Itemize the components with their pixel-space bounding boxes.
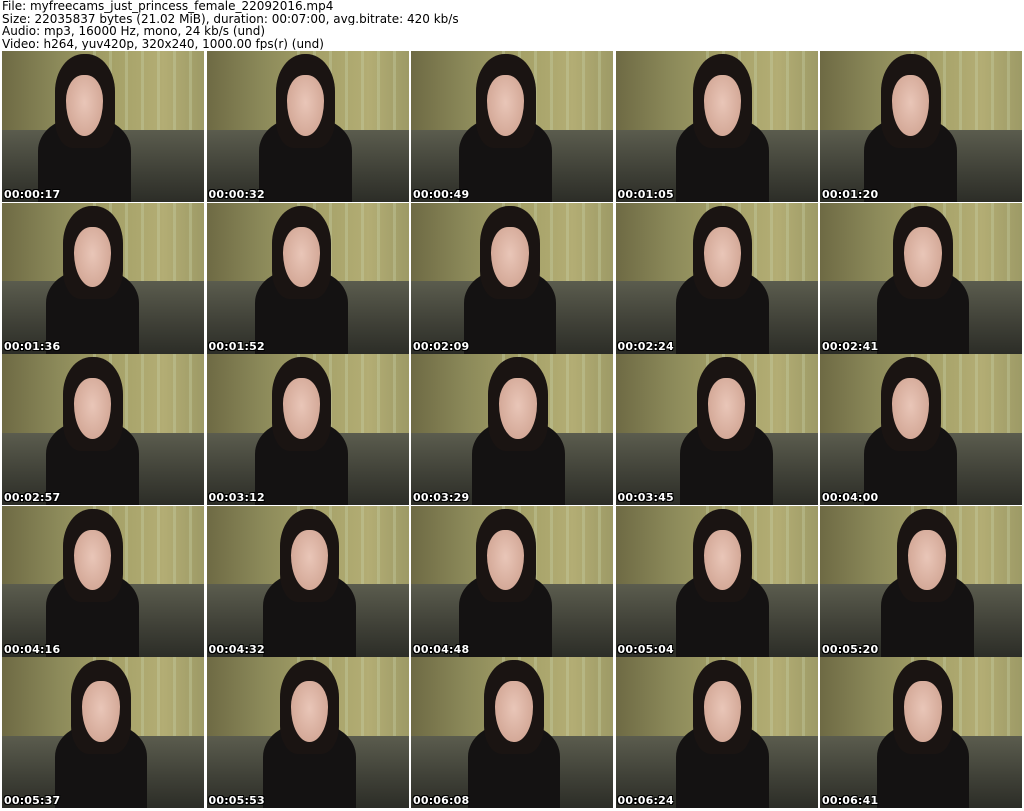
video-thumbnail[interactable]: 00:02:57	[2, 354, 204, 505]
thumbnail-timestamp: 00:03:12	[208, 491, 265, 504]
person-figure	[54, 657, 148, 808]
person-figure	[254, 203, 348, 354]
thumbnail-timestamp: 00:04:16	[4, 642, 61, 656]
thumbnail-timestamp: 00:02:09	[413, 339, 470, 353]
video-thumbnail[interactable]: 00:01:36	[2, 202, 204, 354]
person-figure	[676, 51, 769, 202]
person-figure	[259, 51, 352, 202]
video-thumbnail[interactable]: 00:06:41	[820, 657, 1022, 808]
person-figure	[46, 354, 140, 505]
thumbnail-timestamp: 00:01:36	[4, 339, 61, 353]
person-figure	[680, 354, 774, 505]
thumbnail-timestamp: 00:05:53	[208, 794, 265, 807]
person-figure	[463, 203, 557, 354]
person-figure	[263, 506, 356, 657]
thumbnail-timestamp: 00:06:24	[617, 794, 674, 807]
video-thumbnail[interactable]: 00:00:49	[411, 51, 613, 202]
file-size-line: Size: 22035837 bytes (21.02 MiB), durati…	[2, 12, 459, 25]
person-face	[499, 378, 537, 439]
person-figure	[676, 657, 769, 808]
video-thumbnail[interactable]: 00:03:12	[206, 354, 409, 505]
person-figure	[864, 51, 958, 202]
person-face	[495, 681, 533, 742]
thumbnail-timestamp: 00:00:17	[4, 188, 61, 201]
thumbnail-timestamp: 00:05:20	[822, 642, 879, 656]
person-figure	[38, 51, 132, 202]
video-thumbnail[interactable]: 00:04:16	[2, 505, 204, 657]
person-figure	[467, 657, 561, 808]
thumbnail-grid: 00:00:17 00:00:32 00:00:49 00:01:05 00:01:20…	[2, 51, 1022, 808]
video-thumbnail[interactable]: 00:06:24	[615, 657, 818, 808]
file-info-header: File: myfreecams_just_princess_female_22…	[2, 0, 1020, 50]
video-thumbnail[interactable]: 00:03:29	[411, 354, 613, 505]
video-thumbnail[interactable]: 00:02:24	[615, 202, 818, 354]
person-figure	[254, 354, 348, 505]
person-figure	[880, 506, 974, 657]
thumbnail-timestamp: 00:06:08	[413, 794, 470, 807]
thumbnail-timestamp: 00:03:29	[413, 491, 470, 504]
video-thumbnail[interactable]: 00:06:08	[411, 657, 613, 808]
person-figure	[676, 203, 769, 354]
person-figure	[471, 354, 565, 505]
video-info-line: Video: h264, yuv420p, 320x240, 1000.00 f…	[2, 37, 324, 50]
video-thumbnail[interactable]: 00:03:45	[615, 354, 818, 505]
video-thumbnail[interactable]: 00:02:09	[411, 202, 613, 354]
video-thumbnail[interactable]: 00:00:32	[206, 51, 409, 202]
thumbnail-timestamp: 00:02:24	[617, 339, 674, 353]
thumbnail-timestamp: 00:02:41	[822, 339, 879, 353]
video-thumbnail[interactable]: 00:00:17	[2, 51, 204, 202]
video-thumbnail[interactable]: 00:04:48	[411, 505, 613, 657]
person-figure	[459, 506, 553, 657]
thumbnail-timestamp: 00:01:52	[208, 339, 265, 353]
thumbnail-timestamp: 00:00:49	[413, 188, 470, 201]
video-thumbnail[interactable]: 00:05:20	[820, 505, 1022, 657]
person-figure	[876, 203, 970, 354]
person-face	[82, 681, 120, 742]
video-thumbnail[interactable]: 00:05:04	[615, 505, 818, 657]
person-figure	[459, 51, 553, 202]
person-figure	[46, 506, 140, 657]
thumbnail-timestamp: 00:01:05	[617, 188, 674, 201]
video-thumbnail[interactable]: 00:02:41	[820, 202, 1022, 354]
thumbnail-timestamp: 00:01:20	[822, 188, 879, 201]
person-figure	[676, 506, 769, 657]
thumbnail-timestamp: 00:02:57	[4, 491, 61, 504]
thumbnail-timestamp: 00:03:45	[617, 491, 674, 504]
thumbnail-timestamp: 00:05:37	[4, 794, 61, 807]
thumbnail-timestamp: 00:05:04	[617, 642, 674, 656]
thumbnail-timestamp: 00:04:00	[822, 491, 879, 504]
video-thumbnail[interactable]: 00:05:53	[206, 657, 409, 808]
video-thumbnail[interactable]: 00:01:52	[206, 202, 409, 354]
person-figure	[864, 354, 958, 505]
video-thumbnail[interactable]: 00:04:00	[820, 354, 1022, 505]
thumbnail-timestamp: 00:06:41	[822, 794, 879, 807]
thumbnail-timestamp: 00:04:32	[208, 642, 265, 656]
person-face	[904, 681, 942, 742]
person-figure	[46, 203, 140, 354]
audio-info-line: Audio: mp3, 16000 Hz, mono, 24 kb/s (und…	[2, 25, 266, 38]
video-thumbnail[interactable]: 00:01:20	[820, 51, 1022, 202]
person-figure	[876, 657, 970, 808]
video-thumbnail[interactable]: 00:04:32	[206, 505, 409, 657]
file-name-line: File: myfreecams_just_princess_female_22…	[2, 0, 334, 13]
person-figure	[263, 657, 356, 808]
video-thumbnail[interactable]: 00:01:05	[615, 51, 818, 202]
video-thumbnail[interactable]: 00:05:37	[2, 657, 204, 808]
thumbnail-timestamp: 00:04:48	[413, 642, 470, 656]
thumbnail-timestamp: 00:00:32	[208, 188, 265, 201]
